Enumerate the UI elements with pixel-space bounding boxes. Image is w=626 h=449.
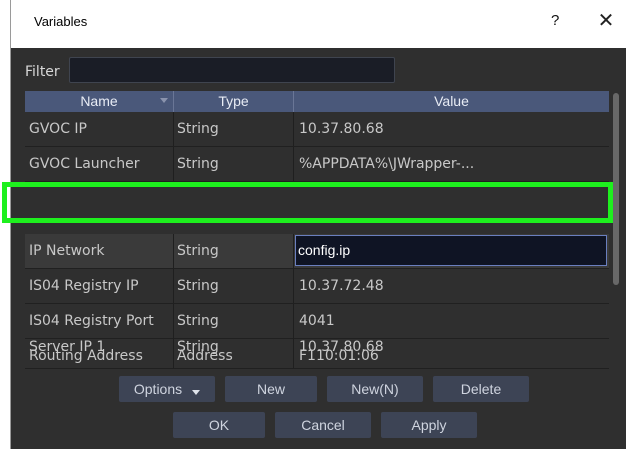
table-header: Name Type Value <box>25 91 609 112</box>
cell-value: %APPDATA%\JWrapper-... <box>299 156 475 172</box>
ok-button[interactable]: OK <box>173 412 265 438</box>
table-row[interactable]: GVOC IP String 10.37.80.68 <box>25 112 609 147</box>
cell-value: 10.37.72.48 <box>299 278 384 294</box>
cell-value: 10.37.80.68 <box>299 339 384 355</box>
column-divider <box>293 330 294 368</box>
cell-name: GVOC IP <box>29 121 87 137</box>
column-divider <box>293 234 294 268</box>
chevron-down-icon <box>192 389 201 395</box>
variables-table: Name Type Value GVOC IP String 10.37.80.… <box>25 91 609 369</box>
table-row[interactable]: Server IP 1 String 10.37.80.68 <box>25 330 609 369</box>
column-divider <box>293 112 294 146</box>
filter-input[interactable] <box>69 57 395 83</box>
cell-name: IS04 Registry IP <box>29 278 139 294</box>
new-button[interactable]: New <box>225 376 317 402</box>
apply-button[interactable]: Apply <box>381 412 477 438</box>
options-button-label: Options <box>133 381 183 397</box>
title-bar: Variables ? ✕ <box>11 0 626 48</box>
cell-type: String <box>177 243 219 259</box>
column-divider <box>173 147 174 181</box>
column-header-value[interactable]: Value <box>294 91 609 112</box>
delete-button[interactable]: Delete <box>433 376 529 402</box>
column-header-type[interactable]: Type <box>174 91 293 112</box>
cell-type: String <box>177 121 219 137</box>
table-row[interactable]: GVOC Launcher String %APPDATA%\JWrapper-… <box>25 147 609 182</box>
cell-name: IP Network <box>29 243 105 259</box>
column-header-name[interactable]: Name <box>25 91 173 112</box>
cell-type: String <box>177 156 219 172</box>
table-row[interactable]: IS04 Registry IP String 10.37.72.48 <box>25 269 609 304</box>
vertical-scrollbar[interactable] <box>611 91 621 369</box>
new-n-button[interactable]: New(N) <box>327 376 423 402</box>
close-button[interactable]: ✕ <box>595 8 617 32</box>
column-divider <box>173 112 174 146</box>
column-divider <box>293 147 294 181</box>
variables-dialog: Variables ? ✕ Filter Name Type Value GVO… <box>10 0 626 449</box>
column-divider <box>293 269 294 303</box>
cell-name: Server IP 1 <box>29 339 106 355</box>
value-edit-field[interactable]: config.ip <box>295 235 607 266</box>
cell-type: String <box>177 278 219 294</box>
dialog-body: Filter Name Type Value GVOC IP String 10… <box>11 48 626 449</box>
scrollbar-thumb[interactable] <box>613 93 619 285</box>
sort-caret-icon <box>160 98 168 103</box>
options-button[interactable]: Options <box>119 376 215 402</box>
table-row-selected[interactable]: IP Network String config.ip <box>25 234 609 269</box>
window-title: Variables <box>34 14 88 29</box>
column-divider <box>173 234 174 268</box>
help-button[interactable]: ? <box>551 12 559 29</box>
cell-type: String <box>177 339 219 355</box>
column-divider <box>173 330 174 368</box>
selection-highlight <box>2 182 613 223</box>
filter-label: Filter <box>25 64 60 80</box>
cell-name: GVOC Launcher <box>29 156 140 172</box>
column-divider <box>173 269 174 303</box>
cell-value: 10.37.80.68 <box>299 121 384 137</box>
cancel-button[interactable]: Cancel <box>275 412 371 438</box>
